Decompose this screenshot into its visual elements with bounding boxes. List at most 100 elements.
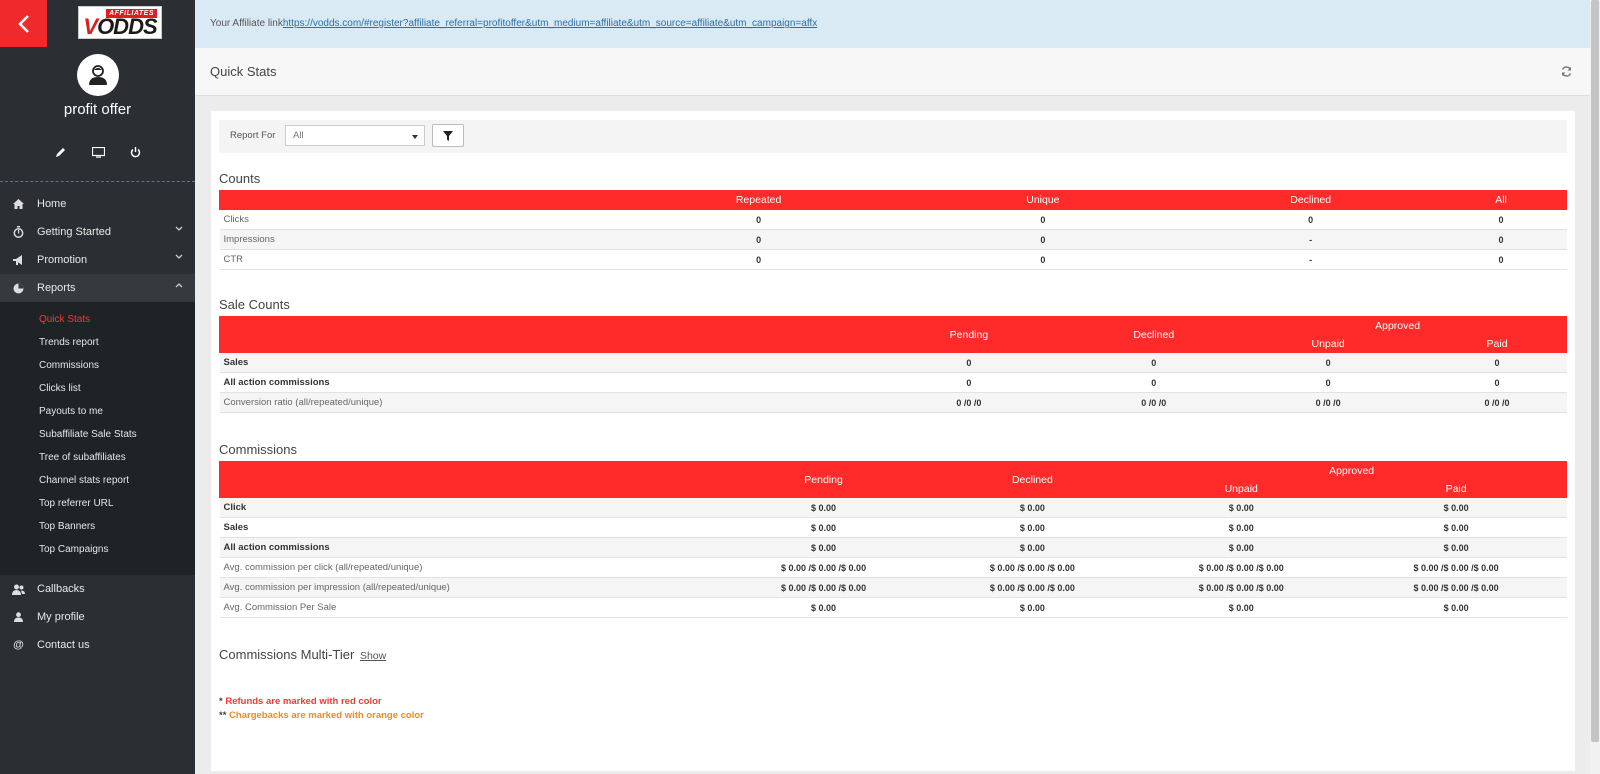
cell: $ 0.00 /$ 0.00 /$ 0.00 <box>1345 577 1567 598</box>
submenu-item-commissions[interactable]: Commissions <box>39 359 99 373</box>
column-header: Declined <box>927 461 1138 498</box>
submenu-item-clicks-list[interactable]: Clicks list <box>39 382 81 396</box>
submenu-item-subaffiliate-sale-stats[interactable]: Subaffiliate Sale Stats <box>39 428 137 442</box>
row-label: Avg. commission per impression (all/repe… <box>219 577 720 598</box>
filter-icon <box>443 130 453 141</box>
cell: $ 0.00 <box>927 497 1137 518</box>
submenu-item-quick-stats[interactable]: Quick Stats <box>39 313 90 327</box>
submenu-item-top-banners[interactable]: Top Banners <box>39 520 95 534</box>
user-icon <box>14 612 23 622</box>
cell: $ 0.00 <box>719 537 928 558</box>
home-icon <box>13 199 24 209</box>
scrollbar-thumb[interactable] <box>1591 0 1599 742</box>
cell: 0 <box>1427 352 1567 373</box>
logo-tagline: AFFILIATES <box>106 9 157 18</box>
submenu-item-payouts[interactable]: Payouts to me <box>39 405 103 419</box>
chevron-down-icon <box>175 226 183 231</box>
column-header <box>219 316 860 353</box>
cell: $ 0.00 <box>1136 597 1346 618</box>
cell: $ 0.00 <box>927 597 1137 618</box>
logo-text: VODDS <box>83 13 157 39</box>
submenu-item-trends-report[interactable]: Trends report <box>39 336 99 350</box>
nav-item-getting-started[interactable]: Getting Started <box>0 218 195 246</box>
bullhorn-icon <box>12 254 22 265</box>
refresh-button[interactable] <box>1561 64 1572 82</box>
affiliate-link[interactable]: https://vodds.com/#register?affiliate_re… <box>283 18 817 29</box>
commissions-table: Pending Declined Approved Unpaid Paid Cl… <box>219 461 1567 618</box>
sale-counts-table: Pending Declined Approved Unpaid Paid Sa… <box>219 316 1567 413</box>
scrollbar[interactable] <box>1590 0 1600 774</box>
cell: $ 0.00 <box>1136 537 1346 558</box>
cell: $ 0.00 /$ 0.00 /$ 0.00 <box>1345 557 1567 578</box>
cell: $ 0.00 <box>1136 497 1346 518</box>
nav-item-promotion[interactable]: Promotion <box>0 246 195 274</box>
column-header: Declined <box>1078 316 1230 353</box>
cell: $ 0.00 <box>1345 517 1567 538</box>
row-label: Sales <box>219 352 859 373</box>
cell: $ 0.00 <box>1136 517 1346 538</box>
table-row: Sales $ 0.00 $ 0.00 $ 0.00 $ 0.00 <box>219 517 1567 538</box>
cell: 0 <box>859 352 1079 373</box>
edit-profile-button[interactable] <box>51 143 69 161</box>
cell: 0 <box>899 209 1186 230</box>
sidebar-divider <box>0 181 195 182</box>
nav-item-home[interactable]: Home <box>0 190 195 218</box>
cell: $ 0.00 /$ 0.00 /$ 0.00 <box>927 577 1137 598</box>
cell: 0 /0 /0 <box>1078 392 1229 413</box>
nav-label: Contact us <box>37 639 90 651</box>
page-header: Quick Stats <box>195 48 1590 96</box>
nav-item-my-profile[interactable]: My profile <box>0 603 195 631</box>
row-label: All action commissions <box>219 372 859 393</box>
chevron-left-icon <box>17 14 29 33</box>
report-for-select[interactable]: All <box>285 125 425 146</box>
table-row: Click $ 0.00 $ 0.00 $ 0.00 $ 0.00 <box>219 497 1567 518</box>
table-row: All action commissions $ 0.00 $ 0.00 $ 0… <box>219 537 1567 558</box>
stopwatch-icon <box>13 226 24 238</box>
column-header: Approved <box>1228 316 1567 335</box>
cell: $ 0.00 <box>927 517 1137 538</box>
table-row: Clicks 0 0 0 0 <box>219 209 1567 230</box>
column-header: Unique <box>899 190 1187 210</box>
display-button[interactable] <box>89 143 107 161</box>
nav-item-callbacks[interactable]: Callbacks <box>0 575 195 603</box>
table-row: Avg. commission per impression (all/repe… <box>219 577 1567 598</box>
filter-button[interactable] <box>432 124 464 147</box>
row-label: Clicks <box>219 209 618 230</box>
nav-item-contact-us[interactable]: @ Contact us <box>0 631 195 659</box>
column-header <box>219 461 720 498</box>
cell: 0 <box>1185 209 1436 230</box>
column-header: Unpaid <box>1228 334 1429 353</box>
nav-item-reports[interactable]: Reports <box>0 274 195 302</box>
refunds-note: * Refunds are marked with red color <box>219 695 424 709</box>
row-label: Avg. commission per click (all/repeated/… <box>219 557 720 578</box>
nav-label: Getting Started <box>37 226 111 238</box>
user-avatar-icon <box>89 65 107 85</box>
cell: 0 <box>617 209 900 230</box>
row-label: Conversion ratio (all/repeated/unique) <box>219 392 859 413</box>
back-button[interactable] <box>0 0 47 47</box>
multitier-show-link[interactable]: Show <box>360 650 386 662</box>
cell: - <box>1185 229 1436 250</box>
at-icon: @ <box>13 639 24 651</box>
logout-button[interactable] <box>126 143 144 161</box>
multitier-title: Commissions Multi-Tier <box>219 647 355 662</box>
counts-title: Counts <box>219 171 261 186</box>
cell: 0 /0 /0 <box>1228 392 1428 413</box>
submenu-item-top-campaigns[interactable]: Top Campaigns <box>39 543 108 557</box>
column-header: Declined <box>1185 190 1437 210</box>
cell: 0 <box>899 249 1186 270</box>
legend-notes: * Refunds are marked with red color ** C… <box>219 695 424 723</box>
submenu-item-channel-stats[interactable]: Channel stats report <box>39 474 129 488</box>
nav-label: Promotion <box>37 254 88 266</box>
submenu-item-tree-of-subaffiliates[interactable]: Tree of subaffiliates <box>39 451 126 465</box>
cell: $ 0.00 /$ 0.00 /$ 0.00 <box>1136 557 1346 578</box>
monitor-icon <box>91 146 105 158</box>
column-header <box>219 190 618 210</box>
submenu-item-top-referrer-url[interactable]: Top referrer URL <box>39 497 113 511</box>
nav-label: Reports <box>37 282 76 294</box>
logo[interactable]: AFFILIATES VODDS <box>78 6 162 39</box>
row-label: Impressions <box>219 229 618 250</box>
column-header: Pending <box>718 461 929 498</box>
affiliate-link-label: Your Affiliate link <box>210 18 283 29</box>
avatar[interactable] <box>77 54 119 96</box>
